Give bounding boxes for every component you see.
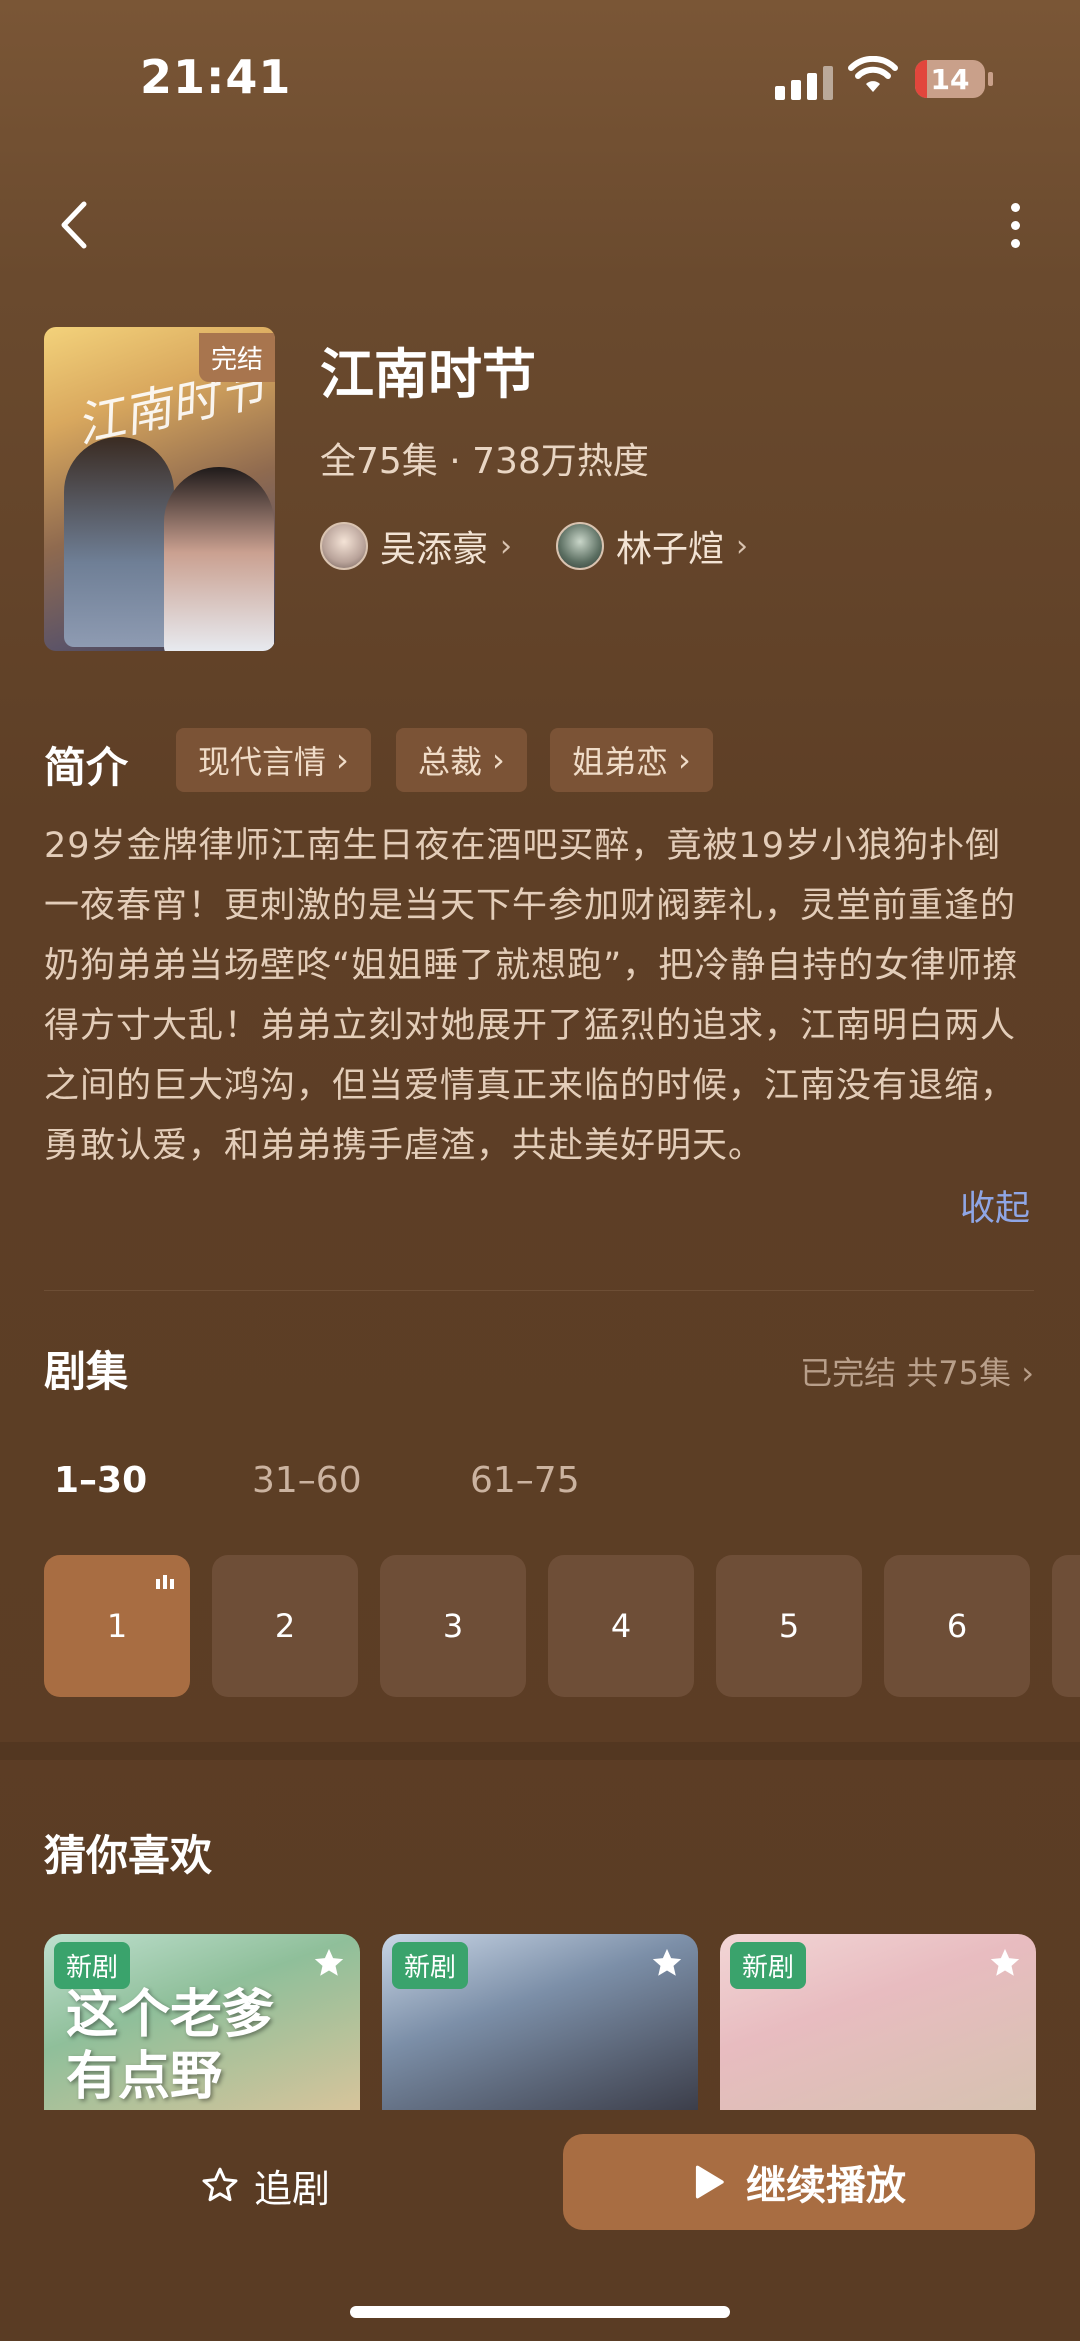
episode-button-3[interactable]: 3: [380, 1555, 526, 1697]
signal-icon: [775, 60, 833, 100]
section-separator: [0, 1742, 1080, 1760]
avatar: [320, 522, 368, 570]
tag-older-sister[interactable]: 姐弟恋 ›: [550, 728, 713, 792]
recommend-label: 猜你喜欢: [44, 1831, 213, 1880]
intro-text: 29岁金牌律师江南生日夜在酒吧买醉，竟被19岁小狼狗扑倒一夜春宵！更刺激的是当天…: [44, 826, 1019, 1166]
tag-label: 现代言情: [198, 743, 327, 781]
battery-icon: 14: [915, 60, 985, 98]
episodes-label: 剧集: [44, 1347, 129, 1396]
episode-number: 1: [106, 1607, 128, 1645]
tag-label: 总裁: [418, 743, 483, 781]
actor-link-1[interactable]: 吴添豪 ›: [320, 520, 512, 572]
drama-poster[interactable]: 江南时节 完结: [44, 327, 275, 651]
episode-button-partial[interactable]: [1052, 1555, 1080, 1697]
follow-button[interactable]: 追剧: [200, 2150, 330, 2220]
episode-button-2[interactable]: 2: [212, 1555, 358, 1697]
episode-button-4[interactable]: 4: [548, 1555, 694, 1697]
finished-badge: 完结: [198, 333, 275, 382]
battery-tip: [988, 72, 993, 86]
play-label: 继续播放: [746, 2163, 906, 2209]
chevron-right-icon: ›: [1021, 1354, 1034, 1392]
episode-button-6[interactable]: 6: [884, 1555, 1030, 1697]
star-outline-icon: [202, 2167, 238, 2202]
tag-modern-romance[interactable]: 现代言情 ›: [176, 728, 371, 792]
actor-link-2[interactable]: 林子煊 ›: [556, 520, 748, 572]
star-icon[interactable]: [988, 1946, 1022, 1980]
new-badge: 新剧: [54, 1942, 131, 1989]
divider: [44, 1290, 1034, 1291]
recommend-card-2[interactable]: 新剧: [382, 1934, 698, 2110]
chevron-right-icon: ›: [736, 528, 749, 564]
collapse-link[interactable]: 收起: [960, 1180, 1030, 1231]
range-tab-3[interactable]: 61–75: [470, 1460, 580, 1501]
wifi-icon: [848, 56, 898, 92]
chevron-right-icon: ›: [336, 741, 349, 779]
back-icon[interactable]: [50, 190, 110, 260]
episode-button-1[interactable]: 1: [44, 1555, 190, 1697]
star-icon[interactable]: [650, 1946, 684, 1980]
episodes-status: 已完结 共75集: [800, 1354, 1012, 1392]
episodes-status-link[interactable]: 已完结 共75集 ›: [800, 1348, 1034, 1394]
chevron-right-icon: ›: [678, 741, 691, 779]
card-title-art: 这个老爹 有点野: [66, 1984, 275, 2107]
playing-icon: [156, 1575, 174, 1589]
actor-name: 吴添豪: [380, 529, 489, 570]
status-time: 21:41: [140, 50, 292, 104]
follow-label: 追剧: [254, 2166, 331, 2211]
recommend-card-1[interactable]: 这个老爹 有点野 新剧: [44, 1934, 360, 2110]
home-indicator: [350, 2306, 730, 2318]
tag-ceo[interactable]: 总裁 ›: [396, 728, 527, 792]
new-badge: 新剧: [730, 1942, 807, 1989]
more-options-icon[interactable]: [995, 190, 1035, 260]
range-tab-1[interactable]: 1–30: [54, 1460, 147, 1501]
recommend-card-3[interactable]: 新剧: [720, 1934, 1036, 2110]
continue-play-button[interactable]: 继续播放: [563, 2134, 1035, 2230]
episode-button-5[interactable]: 5: [716, 1555, 862, 1697]
chevron-right-icon: ›: [500, 528, 513, 564]
drama-title: 江南时节: [320, 343, 536, 406]
play-icon: [695, 2165, 724, 2199]
star-icon[interactable]: [312, 1946, 346, 1980]
chevron-right-icon: ›: [492, 741, 505, 779]
actor-name: 林子煊: [616, 529, 725, 570]
range-tab-2[interactable]: 31–60: [252, 1460, 362, 1501]
new-badge: 新剧: [392, 1942, 469, 1989]
intro-label: 简介: [44, 743, 129, 792]
avatar: [556, 522, 604, 570]
tag-label: 姐弟恋: [572, 743, 669, 781]
drama-meta: 全75集 · 738万热度: [320, 441, 649, 482]
